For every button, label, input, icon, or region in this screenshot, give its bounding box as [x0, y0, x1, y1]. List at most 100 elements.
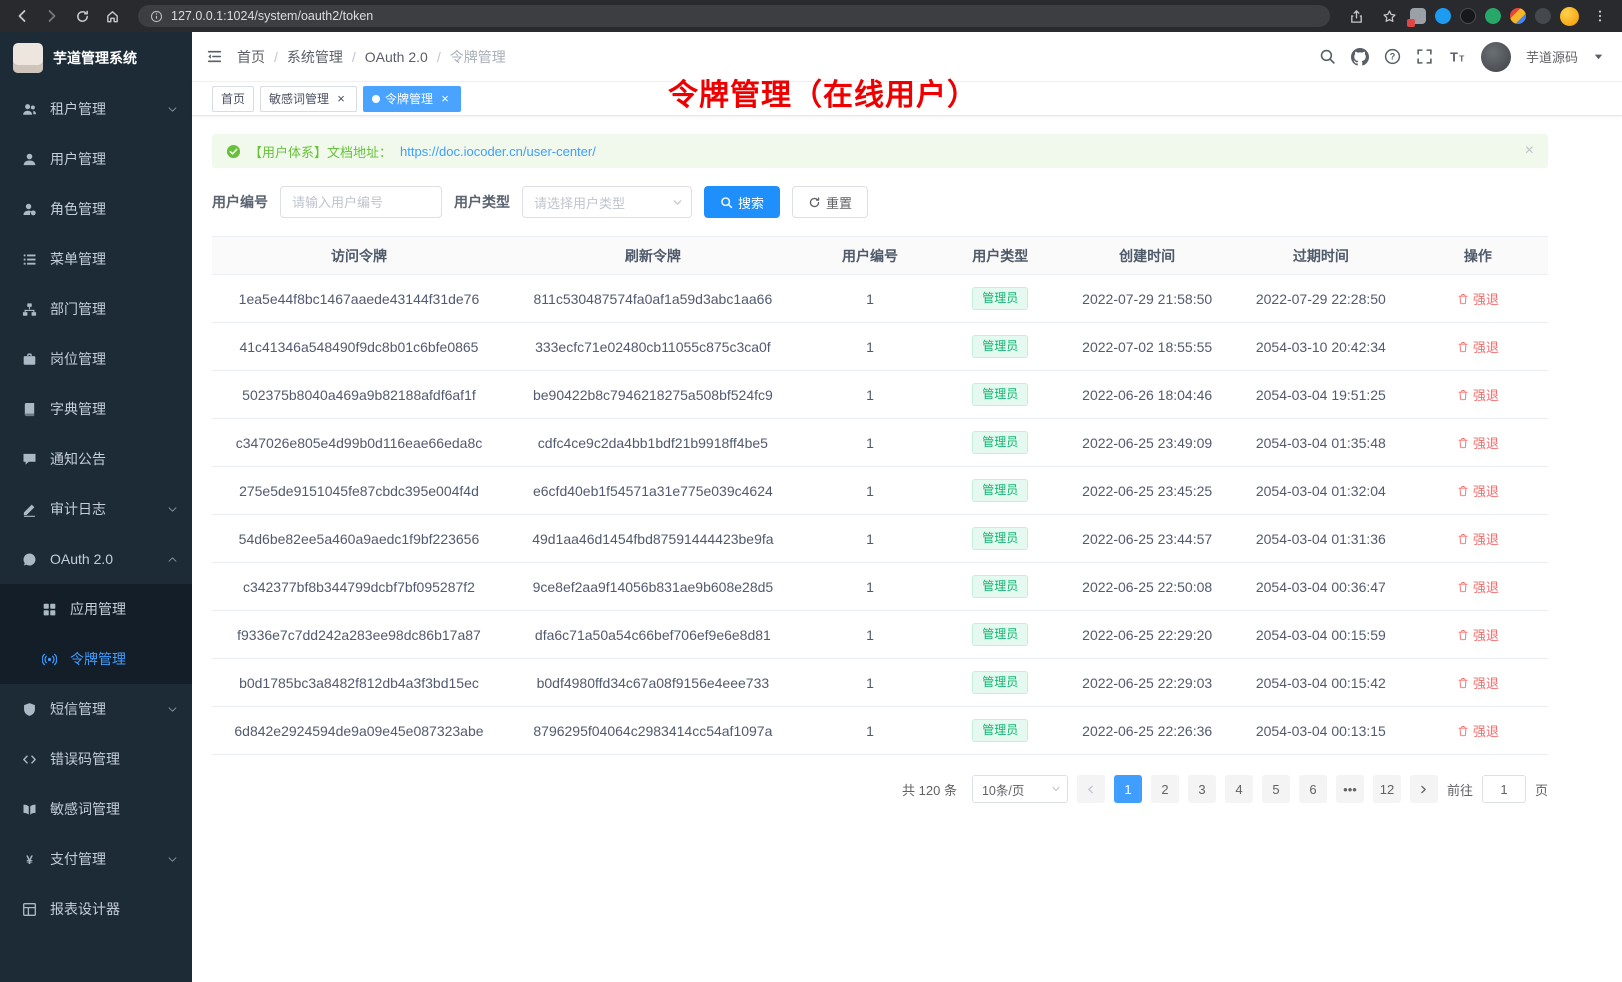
sidebar-item-user[interactable]: 用户管理	[0, 134, 192, 184]
user-type-select[interactable]: 请选择用户类型	[522, 186, 692, 218]
sidebar-item-dict[interactable]: 字典管理	[0, 384, 192, 434]
page-size-select[interactable]: 10条/页	[972, 775, 1068, 803]
user-type-tag: 管理员	[972, 575, 1028, 597]
prev-page-button[interactable]	[1077, 775, 1105, 803]
force-logout-button[interactable]: 强退	[1457, 529, 1499, 548]
page-button-2[interactable]: 2	[1151, 775, 1179, 803]
font-size-icon[interactable]: TT	[1448, 48, 1466, 65]
force-logout-button[interactable]: 强退	[1457, 289, 1499, 308]
page-button-6[interactable]: 6	[1299, 775, 1327, 803]
breadcrumb-item-home[interactable]: 首页	[237, 47, 278, 67]
user-type-tag: 管理员	[972, 383, 1028, 405]
extension-icon[interactable]	[1510, 8, 1526, 24]
sidebar-item-report[interactable]: 报表设计器	[0, 884, 192, 934]
sidebar-item-oauth2-token[interactable]: 令牌管理	[0, 634, 192, 684]
force-logout-button[interactable]: 强退	[1457, 577, 1499, 596]
access-token-cell: c342377bf8b344799dcbf7bf095287f2	[212, 563, 506, 611]
sidebar-item-role[interactable]: 角色管理	[0, 184, 192, 234]
submenu-oauth2: 应用管理令牌管理	[0, 584, 192, 684]
sidebar-item-error-code[interactable]: 错误码管理	[0, 734, 192, 784]
force-logout-button[interactable]: 强退	[1457, 481, 1499, 500]
force-logout-button[interactable]: 强退	[1457, 385, 1499, 404]
extension-icon[interactable]	[1460, 8, 1476, 24]
back-icon[interactable]	[10, 4, 34, 28]
refresh-icon[interactable]	[70, 4, 94, 28]
user-type-tag: 管理员	[972, 287, 1028, 309]
refresh-token-cell: be90422b8c7946218275a508bf524fc9	[506, 371, 800, 419]
home-icon[interactable]	[100, 4, 124, 28]
bookmark-star-icon[interactable]	[1377, 4, 1401, 28]
page-button-4[interactable]: 4	[1225, 775, 1253, 803]
tab-oauth2-token[interactable]: 令牌管理×	[363, 86, 461, 112]
extension-icon[interactable]	[1485, 8, 1501, 24]
close-icon[interactable]: ×	[438, 92, 452, 106]
search-icon[interactable]	[1319, 48, 1336, 65]
search-button-label: 搜索	[738, 193, 764, 212]
search-button[interactable]: 搜索	[704, 186, 780, 218]
force-logout-label: 强退	[1473, 289, 1499, 308]
page-button-5[interactable]: 5	[1262, 775, 1290, 803]
force-logout-button[interactable]: 强退	[1457, 721, 1499, 740]
sidebar-toggle-icon[interactable]	[206, 48, 223, 65]
page-ellipsis[interactable]: •••	[1336, 775, 1364, 803]
user-type-cell: 管理员	[940, 419, 1060, 467]
fullscreen-icon[interactable]	[1416, 48, 1433, 65]
sidebar-item-menu[interactable]: 菜单管理	[0, 234, 192, 284]
reset-button[interactable]: 重置	[792, 186, 868, 218]
errorcode-icon	[22, 752, 37, 767]
breadcrumb-item-oauth2[interactable]: OAuth 2.0	[365, 49, 441, 65]
expire-time-cell: 2054-03-04 01:32:04	[1234, 467, 1408, 515]
breadcrumb-item-system[interactable]: 系统管理	[287, 47, 356, 67]
user-id-cell: 1	[800, 371, 940, 419]
help-icon[interactable]: ?	[1384, 48, 1401, 65]
browser-profile-avatar[interactable]	[1560, 7, 1579, 26]
page-size-value: 10条/页	[982, 780, 1047, 799]
sidebar-item-tenant[interactable]: 租户管理	[0, 84, 192, 134]
force-logout-button[interactable]: 强退	[1457, 337, 1499, 356]
sidebar-item-sms[interactable]: 短信管理	[0, 684, 192, 734]
alert-link[interactable]: https://doc.iocoder.cn/user-center/	[400, 144, 596, 159]
site-info-icon[interactable]	[150, 10, 163, 23]
tab-home[interactable]: 首页	[212, 86, 254, 112]
extension-icon[interactable]	[1435, 8, 1451, 24]
address-bar[interactable]: 127.0.0.1:1024/system/oauth2/token	[138, 5, 1330, 27]
app: 芋道管理系统 租户管理用户管理角色管理菜单管理部门管理岗位管理字典管理通知公告审…	[0, 32, 1622, 982]
sidebar-item-dept[interactable]: 部门管理	[0, 284, 192, 334]
sidebar-item-label: 角色管理	[50, 199, 178, 219]
github-icon[interactable]	[1351, 48, 1369, 66]
sidebar-item-oauth2[interactable]: OAuth 2.0	[0, 534, 192, 584]
tenant-icon	[22, 102, 37, 117]
user-name[interactable]: 芋道源码	[1526, 47, 1578, 66]
force-logout-button[interactable]: 强退	[1457, 673, 1499, 692]
next-page-button[interactable]	[1410, 775, 1438, 803]
extension-icon[interactable]	[1410, 8, 1426, 24]
sidebar-item-post[interactable]: 岗位管理	[0, 334, 192, 384]
report-icon	[22, 902, 37, 917]
forward-icon[interactable]	[40, 4, 64, 28]
svg-text:T: T	[1459, 53, 1465, 63]
browser-toolbar: 127.0.0.1:1024/system/oauth2/token	[0, 0, 1622, 32]
chevron-down-icon[interactable]	[1593, 51, 1604, 62]
force-logout-button[interactable]: 强退	[1457, 433, 1499, 452]
close-icon[interactable]: ×	[334, 92, 348, 106]
close-icon[interactable]: ×	[1525, 142, 1534, 160]
sidebar-item-notice[interactable]: 通知公告	[0, 434, 192, 484]
user-id-input[interactable]	[280, 186, 442, 218]
page-button-12[interactable]: 12	[1373, 775, 1401, 803]
user-avatar[interactable]	[1481, 42, 1511, 72]
page-button-3[interactable]: 3	[1188, 775, 1216, 803]
chevron-down-icon	[167, 104, 178, 115]
sidebar-item-sensitive-word[interactable]: 敏感词管理	[0, 784, 192, 834]
browser-menu-icon[interactable]	[1588, 4, 1612, 28]
share-icon[interactable]	[1344, 4, 1368, 28]
sidebar-item-oauth2-app[interactable]: 应用管理	[0, 584, 192, 634]
page-button-1[interactable]: 1	[1114, 775, 1142, 803]
sidebar-item-audit-log[interactable]: 审计日志	[0, 484, 192, 534]
sidebar-item-pay[interactable]: ¥支付管理	[0, 834, 192, 884]
access-token-cell: 1ea5e44f8bc1467aaede43144f31de76	[212, 275, 506, 323]
delete-icon	[1457, 293, 1469, 305]
extension-icon[interactable]	[1535, 8, 1551, 24]
tab-sensitive-word[interactable]: 敏感词管理×	[260, 86, 357, 112]
force-logout-button[interactable]: 强退	[1457, 625, 1499, 644]
goto-page-input[interactable]	[1482, 775, 1526, 803]
